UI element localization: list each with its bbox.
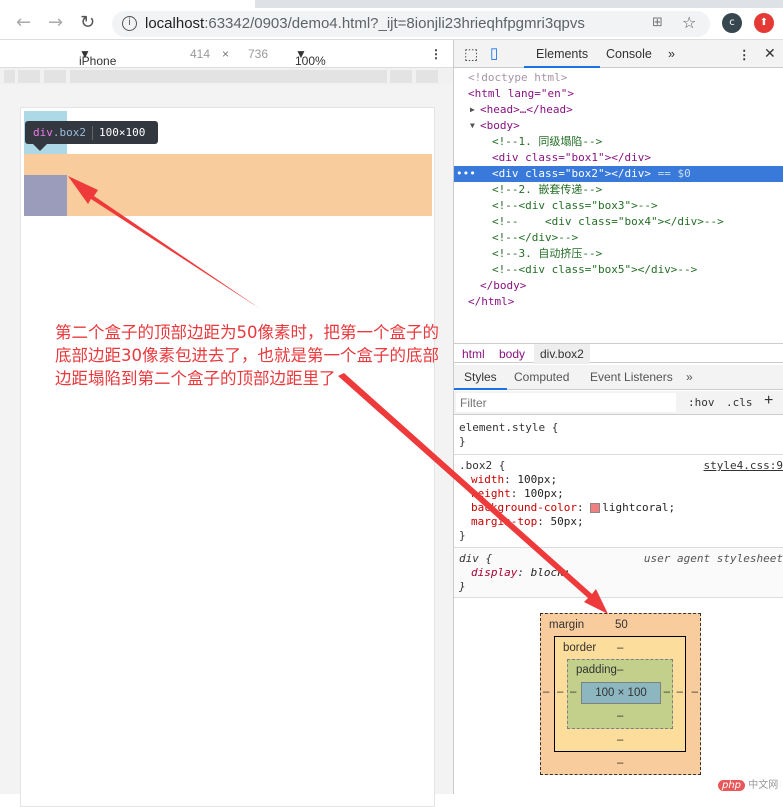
box2[interactable] bbox=[24, 175, 67, 216]
tree-html[interactable]: <html lang="en"> bbox=[454, 86, 783, 102]
margin-highlight bbox=[24, 154, 432, 216]
box-model-padding[interactable]: padding – – – – 100 × 100 bbox=[567, 659, 673, 729]
margin-top-value[interactable]: 50 bbox=[615, 619, 628, 631]
element-style-rule: element.style {} bbox=[454, 417, 783, 455]
hov-button[interactable]: :hov bbox=[688, 396, 715, 409]
filter-bar: :hov .cls + bbox=[454, 391, 783, 415]
tab-event-listeners[interactable]: Event Listeners bbox=[590, 370, 673, 384]
extension-icon[interactable]: ⬆ bbox=[754, 13, 774, 33]
reload-icon[interactable]: ↻ bbox=[80, 12, 95, 33]
tree-comment[interactable]: <!--2. 嵌套传递--> bbox=[454, 182, 783, 198]
url-path: :63342/0903/demo4.html?_ijt=8ionjli23hri… bbox=[204, 15, 585, 32]
prop-margin-top[interactable]: margin-top: 50px; bbox=[459, 515, 779, 529]
tree-comment[interactable]: <!--<div class="box3">--> bbox=[454, 198, 783, 214]
url-host: localhost bbox=[145, 15, 205, 32]
forward-icon[interactable]: → bbox=[48, 12, 63, 33]
inspect-icon[interactable]: ⬚ bbox=[464, 45, 478, 63]
crumb-body[interactable]: body bbox=[499, 347, 525, 361]
close-icon[interactable]: ✕ bbox=[764, 45, 776, 62]
add-rule-button[interactable]: + bbox=[764, 392, 773, 410]
more-tabs-icon[interactable]: » bbox=[668, 47, 675, 61]
info-icon[interactable]: i bbox=[122, 16, 137, 31]
crumb-html[interactable]: html bbox=[462, 347, 485, 361]
tree-comment[interactable]: <!--3. 自动挤压--> bbox=[454, 246, 783, 262]
tree-body-close[interactable]: </body> bbox=[454, 278, 783, 294]
tree-doctype[interactable]: <!doctype html> bbox=[454, 70, 783, 86]
star-icon[interactable]: ☆ bbox=[682, 13, 696, 32]
annotation-text: 第二个盒子的顶部边距为50像素时，把第一个盒子的底部边距30像素包进去了，也就是… bbox=[55, 323, 439, 388]
filter-input[interactable] bbox=[456, 393, 676, 412]
tree-comment[interactable]: <!--</div>--> bbox=[454, 230, 783, 246]
box-model-content[interactable]: 100 × 100 bbox=[581, 682, 661, 704]
devtools-panel: ⬚ ▯ Elements Console » ⋮ ✕ <!doctype htm… bbox=[453, 40, 783, 794]
color-swatch[interactable] bbox=[590, 503, 601, 513]
media-query-bar[interactable] bbox=[0, 68, 453, 85]
element-tooltip: div.box2 100×100 bbox=[25, 121, 158, 151]
height-input[interactable]: 736 bbox=[248, 47, 268, 61]
device-select[interactable]: iPhone 6/7/... ▼ bbox=[79, 47, 116, 82]
tree-comment[interactable]: <!-- <div class="box4"></div>--> bbox=[454, 214, 783, 230]
tab-computed[interactable]: Computed bbox=[514, 370, 569, 384]
box2-rule: .box2 {style4.css:9 width: 100px; height… bbox=[454, 455, 783, 548]
tree-body[interactable]: ▼ <body> bbox=[454, 118, 783, 134]
box-model-border[interactable]: border – – – – padding – – – – 100 × 100 bbox=[554, 636, 686, 752]
active-tab[interactable] bbox=[0, 0, 255, 8]
tree-head[interactable]: ▶ <head>…</head> bbox=[454, 102, 783, 118]
crumb-div-box2[interactable]: div.box2 bbox=[534, 344, 590, 364]
cls-button[interactable]: .cls bbox=[726, 396, 753, 409]
tab-elements[interactable]: Elements bbox=[524, 47, 601, 68]
menu-icon[interactable]: ⋮ bbox=[738, 47, 751, 62]
prop-height[interactable]: height: 100px; bbox=[459, 487, 779, 501]
source-link[interactable]: style4.css:9 bbox=[704, 459, 783, 473]
user-agent-rule: div {user agent stylesheet display: bloc… bbox=[454, 548, 783, 598]
device-toolbar: iPhone 6/7/... ▼ 414 × 736 100% ▼ ⋮ bbox=[0, 40, 453, 82]
tree-box2-selected[interactable]: ••• <div class="box2"></div> == $0 bbox=[454, 166, 783, 182]
times-sign: × bbox=[222, 47, 230, 61]
tab-styles[interactable]: Styles bbox=[454, 370, 507, 390]
width-input[interactable]: 414 bbox=[190, 47, 210, 61]
more-icon[interactable]: ⋮ bbox=[430, 47, 442, 61]
tree-comment[interactable]: <!--1. 同级塌陷--> bbox=[454, 134, 783, 150]
zoom-select[interactable]: 100% ▼ bbox=[295, 47, 326, 68]
styles-tabs: Styles Computed Event Listeners » bbox=[454, 365, 783, 390]
back-icon[interactable]: ← bbox=[16, 12, 31, 33]
prop-background-color[interactable]: background-color: lightcoral; bbox=[459, 501, 779, 515]
avatar[interactable]: c bbox=[722, 13, 742, 33]
prop-width[interactable]: width: 100px; bbox=[459, 473, 779, 487]
url-input[interactable]: i localhost:63342/0903/demo4.html?_ijt=8… bbox=[112, 11, 710, 37]
box-model-margin[interactable]: margin 50 – – – border – – – – padding –… bbox=[540, 613, 701, 775]
translate-icon[interactable]: ⊞ bbox=[652, 15, 663, 30]
device-icon[interactable]: ▯ bbox=[490, 44, 498, 62]
watermark: php 中文网 bbox=[718, 776, 778, 791]
tree-comment[interactable]: <!--<div class="box5"></div>--> bbox=[454, 262, 783, 278]
more-tabs-icon[interactable]: » bbox=[686, 370, 693, 384]
devtools-tabs: ⬚ ▯ Elements Console » ⋮ ✕ bbox=[454, 40, 783, 68]
tree-box1[interactable]: <div class="box1"></div> bbox=[454, 150, 783, 166]
address-bar-area: ← → ↻ i localhost:63342/0903/demo4.html?… bbox=[0, 8, 783, 40]
breadcrumb: html body div.box2 bbox=[454, 343, 783, 364]
tab-strip bbox=[0, 0, 783, 8]
tab-console[interactable]: Console bbox=[606, 47, 652, 61]
tree-html-close[interactable]: </html> bbox=[454, 294, 783, 310]
dom-tree: <!doctype html> <html lang="en"> ▶ <head>… bbox=[454, 70, 783, 310]
